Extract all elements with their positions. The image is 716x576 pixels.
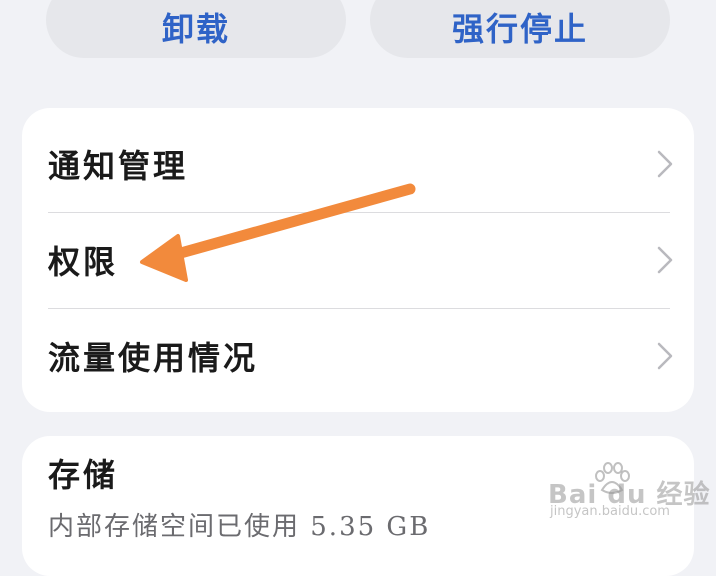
menu-item-notification-management[interactable]: 通知管理 [22,116,694,212]
storage-usage-text: 内部存储空间已使用 5.35 GB [48,512,431,542]
menu-item-permissions[interactable]: 权限 [22,212,694,308]
storage-title: 存储 [48,456,119,494]
baidu-watermark: Bai du 经验 jingyan.baidu.com [548,462,710,524]
watermark-url: jingyan.baidu.com [550,504,670,519]
chevron-right-icon [657,246,673,274]
menu-item-data-usage[interactable]: 流量使用情况 [22,308,694,404]
chevron-right-icon [657,342,673,370]
chevron-right-icon [657,150,673,178]
menu-item-label: 权限 [48,243,119,281]
force-stop-button[interactable]: 强行停止 [370,0,670,58]
menu-item-label: 通知管理 [48,147,189,185]
menu-item-label: 流量使用情况 [48,339,259,377]
uninstall-button[interactable]: 卸载 [46,0,346,58]
app-settings-card: 通知管理 权限 流量使用情况 [22,108,694,412]
